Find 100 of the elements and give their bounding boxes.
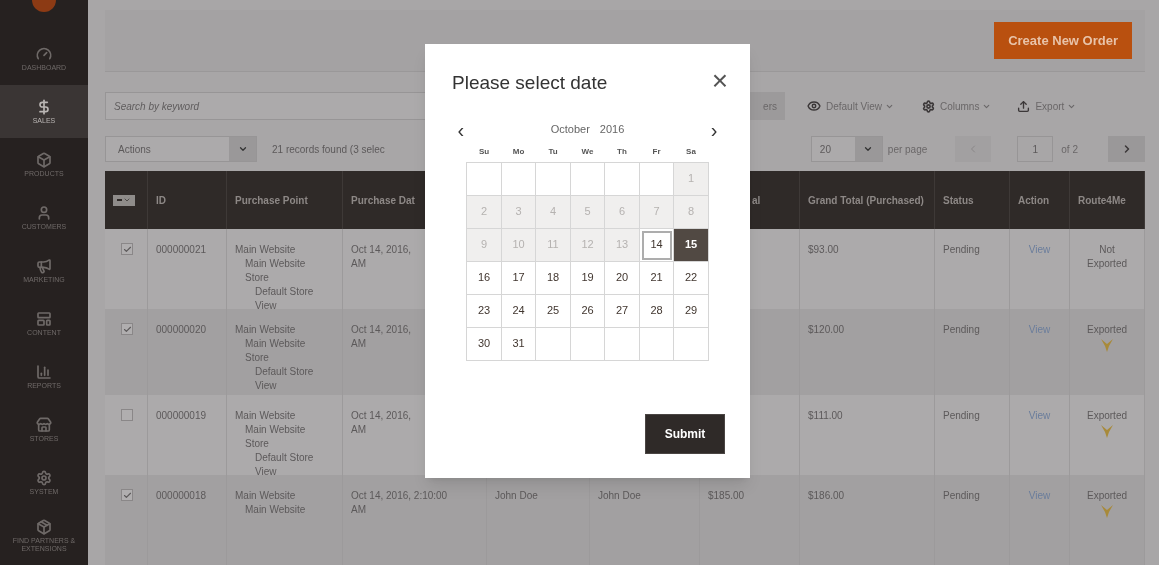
table-cell-text: Main Website Store	[244, 257, 307, 285]
day-cell[interactable]: 18	[536, 261, 571, 295]
export-dropdown[interactable]: Export	[1035, 98, 1077, 114]
columns-dropdown[interactable]: Columns	[939, 98, 992, 114]
day-cell[interactable]: 27	[605, 294, 640, 328]
default-view-dropdown[interactable]: Default View	[826, 98, 894, 114]
table-cell-text: AM	[351, 337, 367, 351]
bar-chart-icon	[36, 363, 52, 380]
per-page-label: per page	[887, 142, 928, 157]
column-header[interactable]: Purchase Point	[235, 193, 308, 207]
day-cell[interactable]: 20	[605, 261, 640, 295]
table-cell: John Doe	[598, 490, 641, 501]
year-label[interactable]: 2016	[599, 121, 625, 138]
create-new-order-button[interactable]: Create New Order	[994, 22, 1132, 59]
submit-button[interactable]: Submit	[645, 414, 725, 454]
table-cell: 000000021	[156, 244, 207, 255]
table-cell-text: Default Store View	[254, 451, 315, 479]
table-cell: 000000019	[156, 410, 207, 421]
column-header[interactable]: Status	[943, 193, 974, 207]
table-cell-text: Main Website	[235, 489, 297, 503]
page-count: of 2	[1061, 142, 1078, 157]
day-cell[interactable]: 15	[674, 228, 709, 262]
check-icon	[122, 324, 132, 334]
table-cell: Pending	[943, 410, 980, 421]
route-pin-icon	[1100, 423, 1114, 439]
column-header[interactable]: Purchase Dat	[351, 193, 415, 207]
day-cell[interactable]: 23	[467, 294, 502, 328]
table-cell-text: Default Store View	[254, 365, 315, 393]
layout-icon	[36, 310, 52, 327]
weekday-label: We	[580, 145, 595, 158]
table-cell: Pending	[943, 324, 980, 335]
check-icon	[122, 490, 132, 500]
megaphone-icon	[36, 257, 52, 274]
table-cell: 000000018	[156, 490, 207, 501]
day-cell[interactable]: 30	[467, 327, 502, 361]
package-icon	[36, 518, 52, 535]
table-cell: Exported	[1087, 409, 1127, 423]
table-cell: $186.00	[808, 490, 845, 501]
eye-icon	[807, 99, 821, 113]
table-cell-text: Main Website	[235, 243, 297, 257]
per-page-dropdown[interactable]: 20	[810, 136, 883, 162]
column-header[interactable]: Action	[1018, 193, 1050, 207]
table-cell-text: Oct 14, 2016,	[351, 323, 413, 337]
select-all-checkbox[interactable]	[113, 194, 135, 206]
row-checkbox[interactable]	[121, 409, 133, 421]
table-cell-text: AM	[351, 257, 367, 271]
table-cell-text: Oct 14, 2016,	[351, 243, 413, 257]
table-cell-text: Main Website Store	[244, 423, 307, 451]
table-cell: John Doe	[495, 490, 538, 501]
next-month-button[interactable]: ›	[710, 119, 718, 140]
table-cell-text: Main Website	[235, 409, 297, 423]
weekday-label: Sa	[685, 145, 697, 158]
route-pin-icon	[1100, 503, 1114, 519]
table-cell-text: Default Store View	[254, 285, 315, 313]
page-number-field[interactable]: 1	[1017, 136, 1054, 162]
table-cell-text: AM	[351, 423, 367, 437]
previous-month-button[interactable]: ‹	[457, 119, 465, 140]
close-button[interactable]: ×	[711, 69, 728, 93]
table-cell: $120.00	[808, 324, 845, 335]
gauge-icon	[36, 45, 52, 62]
storefront-icon	[36, 416, 52, 433]
table-cell-text: AM	[351, 503, 367, 517]
weekday-label: Tu	[547, 145, 559, 158]
table-cell-text: Main Website	[244, 503, 307, 517]
row-checkbox[interactable]	[121, 323, 133, 335]
table-cell-text: Oct 14, 2016, 2:10:00	[351, 489, 449, 503]
table-cell: $93.00	[808, 244, 839, 255]
export-icon	[1017, 99, 1031, 113]
settings-icon	[36, 469, 52, 486]
settings-icon	[921, 99, 935, 113]
caret-icon	[237, 144, 248, 154]
row-checkbox[interactable]	[121, 243, 133, 255]
row-checkbox[interactable]	[121, 489, 133, 501]
table-cell: Exported	[1087, 323, 1127, 337]
dollar-icon	[36, 98, 52, 115]
check-icon	[122, 244, 132, 254]
table-cell: 000000020	[156, 324, 207, 335]
column-header[interactable]: Route4Me	[1078, 193, 1126, 207]
route-pin-icon	[1100, 337, 1114, 353]
caret-icon	[863, 144, 874, 154]
column-header[interactable]: ID	[156, 193, 166, 207]
weekday-label: Fr	[651, 145, 662, 158]
column-header[interactable]: Grand Total (Purchased)	[808, 193, 924, 207]
caret-icon	[123, 196, 131, 204]
actions-dropdown[interactable]: Actions	[105, 136, 257, 162]
column-header[interactable]: al	[752, 193, 761, 207]
day-cell[interactable]: 29	[674, 294, 709, 328]
table-cell-text: Main Website	[235, 323, 297, 337]
day-cell[interactable]: 16	[467, 261, 502, 295]
table-cell: Pending	[943, 244, 980, 255]
weekday-label: Th	[616, 145, 628, 158]
day-cell[interactable]: 22	[674, 261, 709, 295]
day-cell[interactable]: 25	[536, 294, 571, 328]
table-cell: $111.00	[808, 410, 843, 421]
weekday-label: Mo	[511, 145, 526, 158]
month-label[interactable]: October	[550, 121, 590, 138]
dialog-title: Please select date	[452, 71, 608, 95]
weekday-label: Su	[477, 145, 491, 158]
table-cell-text: Main Website Store	[244, 337, 307, 365]
table-cell-text: Oct 14, 2016,	[351, 409, 413, 423]
